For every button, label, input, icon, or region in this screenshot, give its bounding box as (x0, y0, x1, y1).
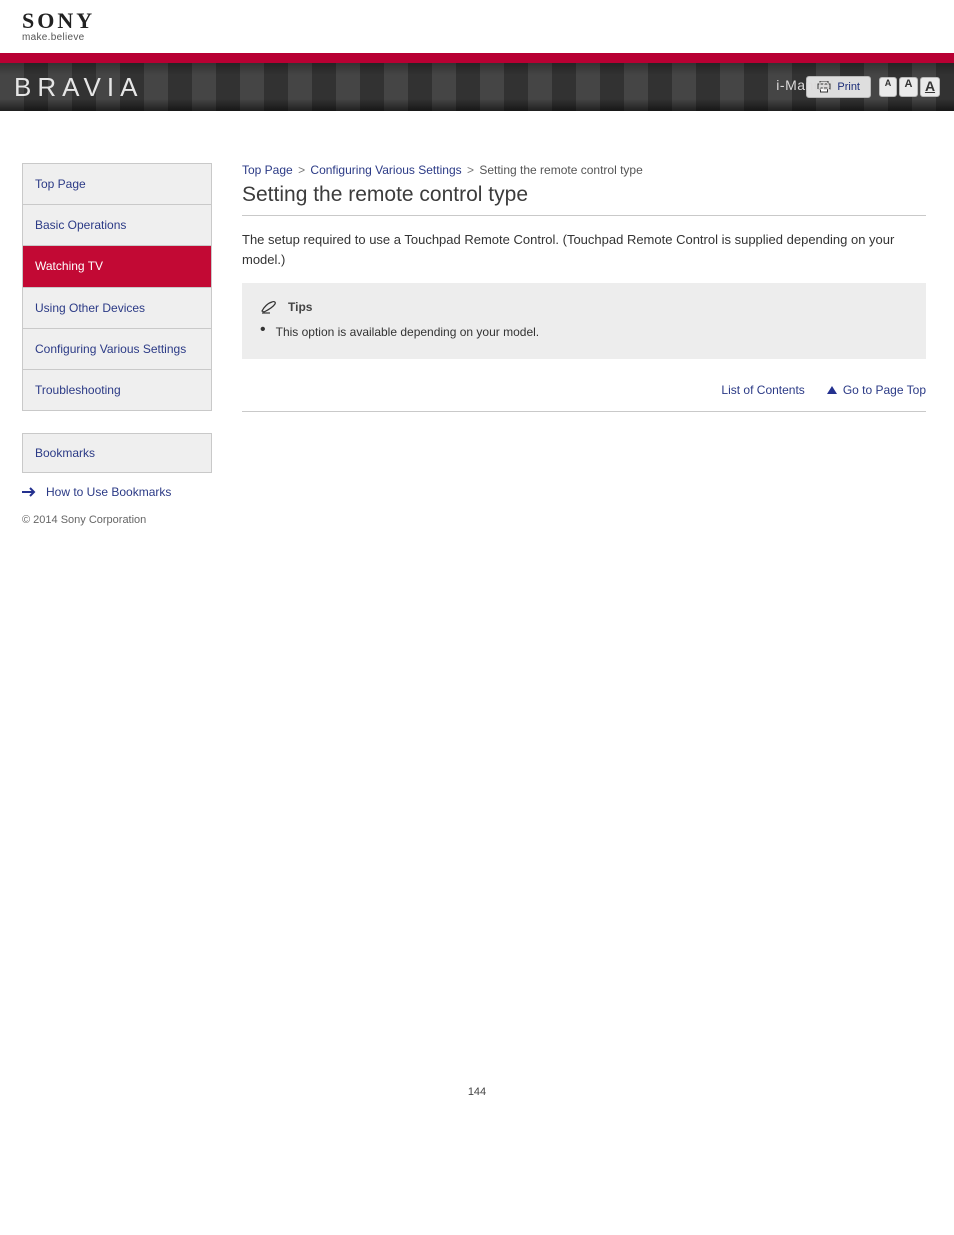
sidebar-item-basic-operations[interactable]: Basic Operations (23, 204, 211, 245)
go-to-page-top-label: Go to Page Top (843, 383, 926, 397)
sidebar-item-using-other-devices[interactable]: Using Other Devices (23, 287, 211, 328)
how-to-use-bookmarks-label: How to Use Bookmarks (46, 485, 171, 499)
breadcrumb-link-section[interactable]: Configuring Various Settings (310, 163, 461, 177)
sidebar: Top Page Basic Operations Watching TV Us… (22, 163, 212, 500)
sidebar-item-configuring-settings[interactable]: Configuring Various Settings (23, 328, 211, 369)
list-of-contents-link[interactable]: List of Contents (721, 383, 804, 397)
guide-label: i-Manual (776, 77, 834, 93)
font-size-control: A A A (879, 77, 940, 97)
arrow-right-icon (22, 487, 38, 497)
banner-accent-bar (0, 53, 954, 63)
page-description: The setup required to use a Touchpad Rem… (242, 230, 926, 269)
page-title: Setting the remote control type (242, 183, 926, 216)
tip-text: This option is available depending on yo… (276, 323, 540, 341)
font-size-small-button[interactable]: A (879, 77, 897, 97)
triangle-up-icon (827, 386, 837, 394)
font-size-large-button[interactable]: A (920, 77, 940, 97)
print-button-label: Print (837, 81, 860, 93)
footer-divider (242, 411, 926, 412)
breadcrumb-separator: > (298, 163, 305, 177)
breadcrumb-link-top[interactable]: Top Page (242, 163, 293, 177)
breadcrumb: Top Page > Configuring Various Settings … (242, 163, 926, 177)
how-to-use-bookmarks-link[interactable]: How to Use Bookmarks (22, 485, 171, 499)
page-number: 144 (22, 1086, 932, 1098)
hand-writing-icon (260, 299, 280, 315)
font-size-medium-button[interactable]: A (899, 77, 918, 97)
breadcrumb-separator: > (467, 163, 474, 177)
tip-panel: Tips • This option is available dependin… (242, 283, 926, 359)
model-line-label: BRAVIA (14, 72, 143, 103)
sony-wordmark: SONY (22, 8, 954, 34)
go-to-page-top-link[interactable]: Go to Page Top (827, 383, 926, 397)
breadcrumb-current: Setting the remote control type (479, 163, 642, 177)
sidebar-item-top-page[interactable]: Top Page (23, 164, 211, 204)
sidebar-item-troubleshooting[interactable]: Troubleshooting (23, 369, 211, 410)
sidebar-nav: Top Page Basic Operations Watching TV Us… (22, 163, 212, 411)
bookmarks-button[interactable]: Bookmarks (22, 433, 212, 473)
bullet-icon: • (260, 323, 266, 337)
brand-logo-block: SONY make.believe (22, 8, 954, 43)
banner: BRAVIA i-Manual Print A A A (0, 53, 954, 111)
main-content: Top Page > Configuring Various Settings … (242, 163, 932, 500)
copyright-text: © 2014 Sony Corporation (22, 514, 932, 526)
sidebar-item-watching-tv[interactable]: Watching TV (23, 245, 211, 286)
brand-tagline: make.believe (22, 32, 954, 43)
banner-body: BRAVIA i-Manual Print A A A (0, 63, 954, 111)
main-footer-links: List of Contents Go to Page Top (242, 383, 926, 397)
tip-heading: Tips (288, 300, 312, 314)
